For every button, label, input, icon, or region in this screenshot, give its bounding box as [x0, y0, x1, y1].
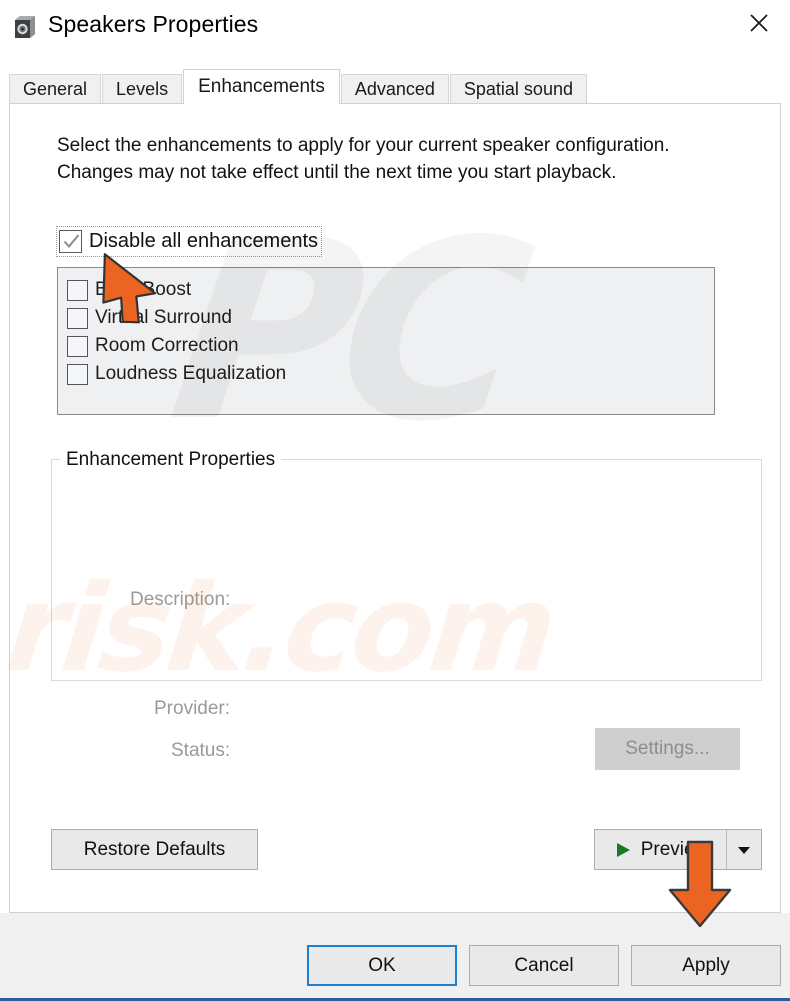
list-item[interactable]: Loudness Equalization: [67, 360, 714, 388]
description-label: Description:: [130, 589, 231, 610]
tab-enhancements[interactable]: Enhancements: [183, 69, 340, 105]
checkbox-box[interactable]: [67, 335, 88, 357]
enhancement-properties-legend: Enhancement Properties: [60, 449, 282, 471]
preview-label: Preview: [640, 838, 709, 860]
intro-description: Select the enhancements to apply for you…: [57, 135, 670, 183]
checkbox-box[interactable]: [67, 307, 88, 329]
enhancement-properties-group: [51, 459, 762, 681]
tab-strip: General Levels Enhancements Advanced Spa…: [9, 69, 781, 105]
list-item-label: Loudness Equalization: [95, 363, 287, 384]
disable-all-enhancements-label: Disable all enhancements: [89, 230, 319, 252]
cancel-button[interactable]: Cancel: [469, 945, 619, 986]
list-item[interactable]: Room Correction: [67, 332, 714, 360]
checkmark-icon: [63, 234, 80, 249]
title-bar: Speakers Properties: [0, 0, 790, 57]
speaker-icon: [10, 12, 40, 42]
preview-split-button: Preview: [594, 829, 762, 870]
list-item[interactable]: Virtual Surround: [67, 304, 714, 332]
dialog-button-bar: OK Cancel Apply: [0, 913, 790, 998]
list-item-label: Virtual Surround: [95, 307, 232, 328]
ok-button[interactable]: OK: [307, 945, 457, 986]
preview-dropdown-button[interactable]: [726, 830, 761, 869]
checkbox-box: [59, 230, 82, 253]
preview-button[interactable]: Preview: [595, 830, 726, 869]
provider-label: Provider:: [154, 698, 231, 719]
list-item[interactable]: Bass Boost: [67, 276, 714, 304]
apply-button[interactable]: Apply: [631, 945, 781, 986]
close-icon[interactable]: [728, 0, 790, 45]
list-item-label: Bass Boost: [95, 279, 192, 300]
enhancements-panel: Select the enhancements to apply for you…: [9, 103, 781, 913]
checkbox-box[interactable]: [67, 363, 88, 385]
tab-levels[interactable]: Levels: [102, 74, 183, 104]
enhancements-list[interactable]: Bass Boost Virtual Surround Room Correct…: [57, 267, 715, 415]
chevron-down-icon: [738, 846, 750, 854]
list-item-label: Room Correction: [95, 335, 239, 356]
settings-button[interactable]: Settings...: [595, 728, 740, 770]
speakers-properties-window: PC risk.com Speakers Properties General: [0, 0, 790, 1001]
play-triangle-icon: [616, 842, 630, 857]
page-title: Speakers Properties: [48, 11, 259, 37]
restore-defaults-button[interactable]: Restore Defaults: [51, 829, 258, 870]
checkbox-box[interactable]: [67, 279, 88, 301]
status-label: Status:: [171, 740, 231, 761]
tab-general[interactable]: General: [9, 74, 102, 104]
tab-spatial-sound[interactable]: Spatial sound: [449, 74, 587, 104]
tab-advanced[interactable]: Advanced: [340, 74, 449, 104]
disable-all-enhancements-checkbox[interactable]: Disable all enhancements: [55, 226, 323, 257]
